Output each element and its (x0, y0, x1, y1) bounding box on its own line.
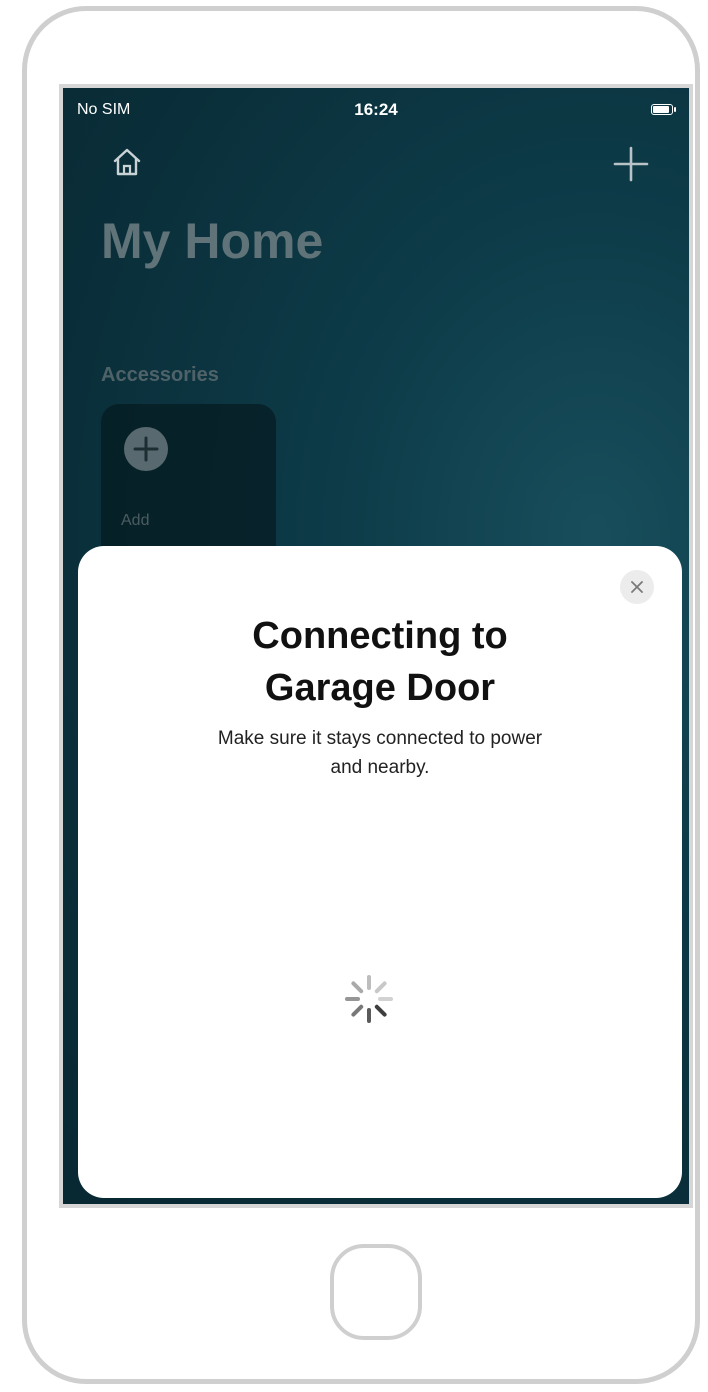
dialog-subtitle-line-1: Make sure it stays connected to power (217, 728, 543, 749)
close-icon (631, 581, 643, 593)
dialog-title-line-2: Garage Door (264, 667, 496, 709)
connecting-dialog: Connecting to Garage Door Make sure it s… (78, 546, 682, 1198)
home-button[interactable] (330, 1244, 422, 1340)
plus-circle-icon (123, 426, 169, 472)
dialog-title: Connecting to Garage Door (78, 610, 682, 714)
section-heading-accessories: Accessories (101, 364, 219, 386)
page-title: My Home (101, 213, 324, 269)
phone-screen: No SIM 16:24 My Home Accessories Add Con… (59, 84, 693, 1208)
close-button[interactable] (620, 570, 654, 604)
spinner-icon (344, 974, 394, 1024)
dialog-subtitle: Make sure it stays connected to power an… (138, 724, 622, 782)
house-icon[interactable] (111, 146, 143, 178)
dialog-subtitle-line-2: and nearby. (330, 757, 430, 778)
plus-icon[interactable] (611, 144, 651, 184)
dialog-title-line-1: Connecting to (252, 615, 508, 657)
add-tile-label: Add (121, 512, 150, 529)
status-time: 16:24 (354, 100, 398, 119)
battery-icon (651, 104, 676, 115)
status-bar: No SIM 16:24 (63, 88, 689, 128)
